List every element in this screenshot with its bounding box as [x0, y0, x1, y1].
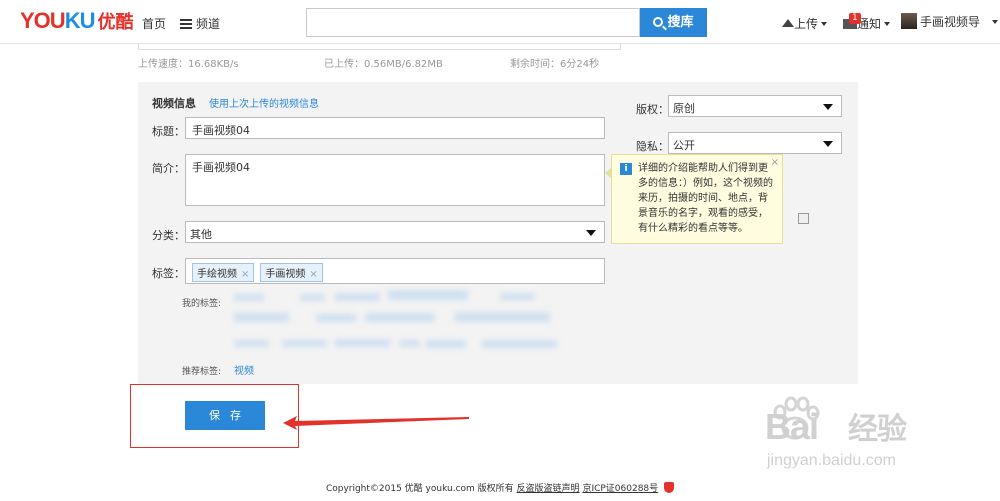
blurred-tag: [282, 340, 327, 347]
blurred-tag: [316, 314, 356, 322]
nav-channel-menu[interactable]: 频道: [180, 15, 220, 32]
remaining-time: 剩余时间：6分24秒: [510, 59, 600, 70]
avatar: [901, 13, 917, 29]
notice-badge: 1: [849, 13, 861, 24]
search-button-label: 搜库: [667, 15, 694, 30]
footer-copyright: Copyright©2015 优酷 youku.com 版权所有: [325, 484, 514, 494]
blurred-tag: [234, 313, 289, 322]
watermark-url: jingyan.baidu.com: [767, 452, 896, 469]
recommended-tag-link[interactable]: 视频: [234, 362, 254, 377]
baidu-jingyan-watermark: Bai 经验 jingyan.baidu.com: [765, 392, 965, 487]
title-input[interactable]: 手画视频04: [185, 117, 605, 139]
blurred-tag: [234, 294, 264, 301]
search-icon: [653, 17, 664, 27]
section-title: 视频信息: [152, 97, 196, 110]
chevron-down-icon: [884, 22, 891, 26]
blurred-tag: [400, 340, 420, 347]
blurred-tag: [335, 293, 380, 301]
search-button[interactable]: 搜库: [640, 8, 707, 37]
youku-logo[interactable]: YOUKU 优酷: [20, 8, 133, 34]
menu-icon: [180, 19, 192, 29]
uploaded-size: 已上传：0.56MB/6.82MB: [324, 59, 443, 70]
watermark-brand-cn: 经验: [848, 413, 907, 446]
tag-chip[interactable]: 手画视频 ×: [260, 263, 323, 282]
notice-menu[interactable]: 1 通知: [843, 13, 891, 32]
blurred-tag: [482, 340, 557, 348]
my-tags-label: 我的标签:: [182, 299, 222, 309]
watermark-brand: Bai 经验: [765, 404, 907, 448]
upload-label: 上传: [794, 17, 819, 31]
category-select[interactable]: 其他: [185, 221, 605, 243]
chevron-down-icon: [821, 22, 828, 26]
copyright-label: 版权：: [636, 103, 669, 116]
tag-chip-label: 手画视频: [265, 269, 306, 280]
shield-icon: [664, 482, 675, 493]
category-value: 其他: [190, 228, 212, 241]
nav-channel-label: 频道: [196, 17, 221, 31]
category-label: 分类：: [152, 229, 185, 242]
tags-label: 标签：: [152, 267, 185, 280]
watermark-brand-latin: Bai: [765, 406, 819, 447]
blurred-tag: [335, 339, 390, 347]
tag-chip-label: 手绘视频: [197, 269, 237, 280]
privacy-value: 公开: [673, 139, 695, 152]
blurred-tag: [365, 313, 435, 322]
user-name: 手画视频导: [920, 15, 981, 29]
recommended-tags-label: 推荐标签:: [182, 367, 222, 377]
copyright-select[interactable]: 原创: [668, 95, 842, 117]
annotation-arrow: [283, 416, 469, 430]
tags-input[interactable]: 手绘视频 × 手画视频 ×: [185, 258, 605, 284]
blurred-tag: [300, 294, 325, 301]
nav-home-link[interactable]: 首页: [142, 15, 166, 32]
search-input[interactable]: [306, 8, 640, 37]
icp-link[interactable]: 京ICP证060288号: [582, 484, 658, 494]
blurred-tag: [234, 340, 269, 347]
privacy-select[interactable]: 公开: [668, 132, 842, 154]
info-icon: i: [620, 163, 632, 175]
description-tooltip: i × 详细的介绍能帮助人们得到更多的信息：）例如，这个视频的来历，拍摄的时间、…: [605, 154, 783, 244]
mail-icon: 1: [843, 13, 861, 29]
close-icon[interactable]: ×: [771, 155, 779, 170]
dropdown-arrow-icon: [823, 104, 833, 110]
chevron-down-icon: [991, 20, 998, 24]
upload-menu[interactable]: 上传: [782, 15, 828, 32]
dropdown-arrow-icon: [823, 141, 833, 147]
upload-speed: 上传速度：16.68KB/s: [138, 59, 239, 70]
blurred-tag: [455, 312, 550, 322]
grid-icon[interactable]: [798, 213, 809, 224]
description-textarea[interactable]: 手画视频04: [185, 154, 605, 206]
tooltip-text: 详细的介绍能帮助人们得到更多的信息：）例如，这个视频的来历，拍摄的时间、地点，背…: [638, 163, 773, 234]
upload-icon: [782, 19, 794, 27]
reuse-last-info-link[interactable]: 使用上次上传的视频信息: [209, 95, 319, 110]
dropdown-arrow-icon: [586, 230, 596, 236]
tag-chip[interactable]: 手绘视频 ×: [192, 263, 255, 282]
user-menu[interactable]: 手画视频导: [901, 13, 998, 30]
desc-label: 简介：: [152, 162, 185, 175]
upload-progress-bar: [138, 44, 621, 50]
close-icon[interactable]: ×: [241, 269, 249, 280]
blurred-tag: [500, 293, 535, 300]
copyright-value: 原创: [673, 102, 695, 115]
top-nav-bar: YOUKU 优酷 首页 频道 搜库 上传 1 通知 手画视频导: [0, 0, 1000, 44]
anti-piracy-link[interactable]: 反盗版盗链声明: [517, 484, 580, 494]
blurred-tag: [426, 340, 466, 348]
save-button[interactable]: 保存: [185, 401, 265, 430]
blurred-tag: [388, 290, 468, 300]
title-label: 标题：: [152, 125, 185, 138]
close-icon[interactable]: ×: [309, 269, 317, 280]
privacy-label: 隐私：: [636, 140, 669, 153]
